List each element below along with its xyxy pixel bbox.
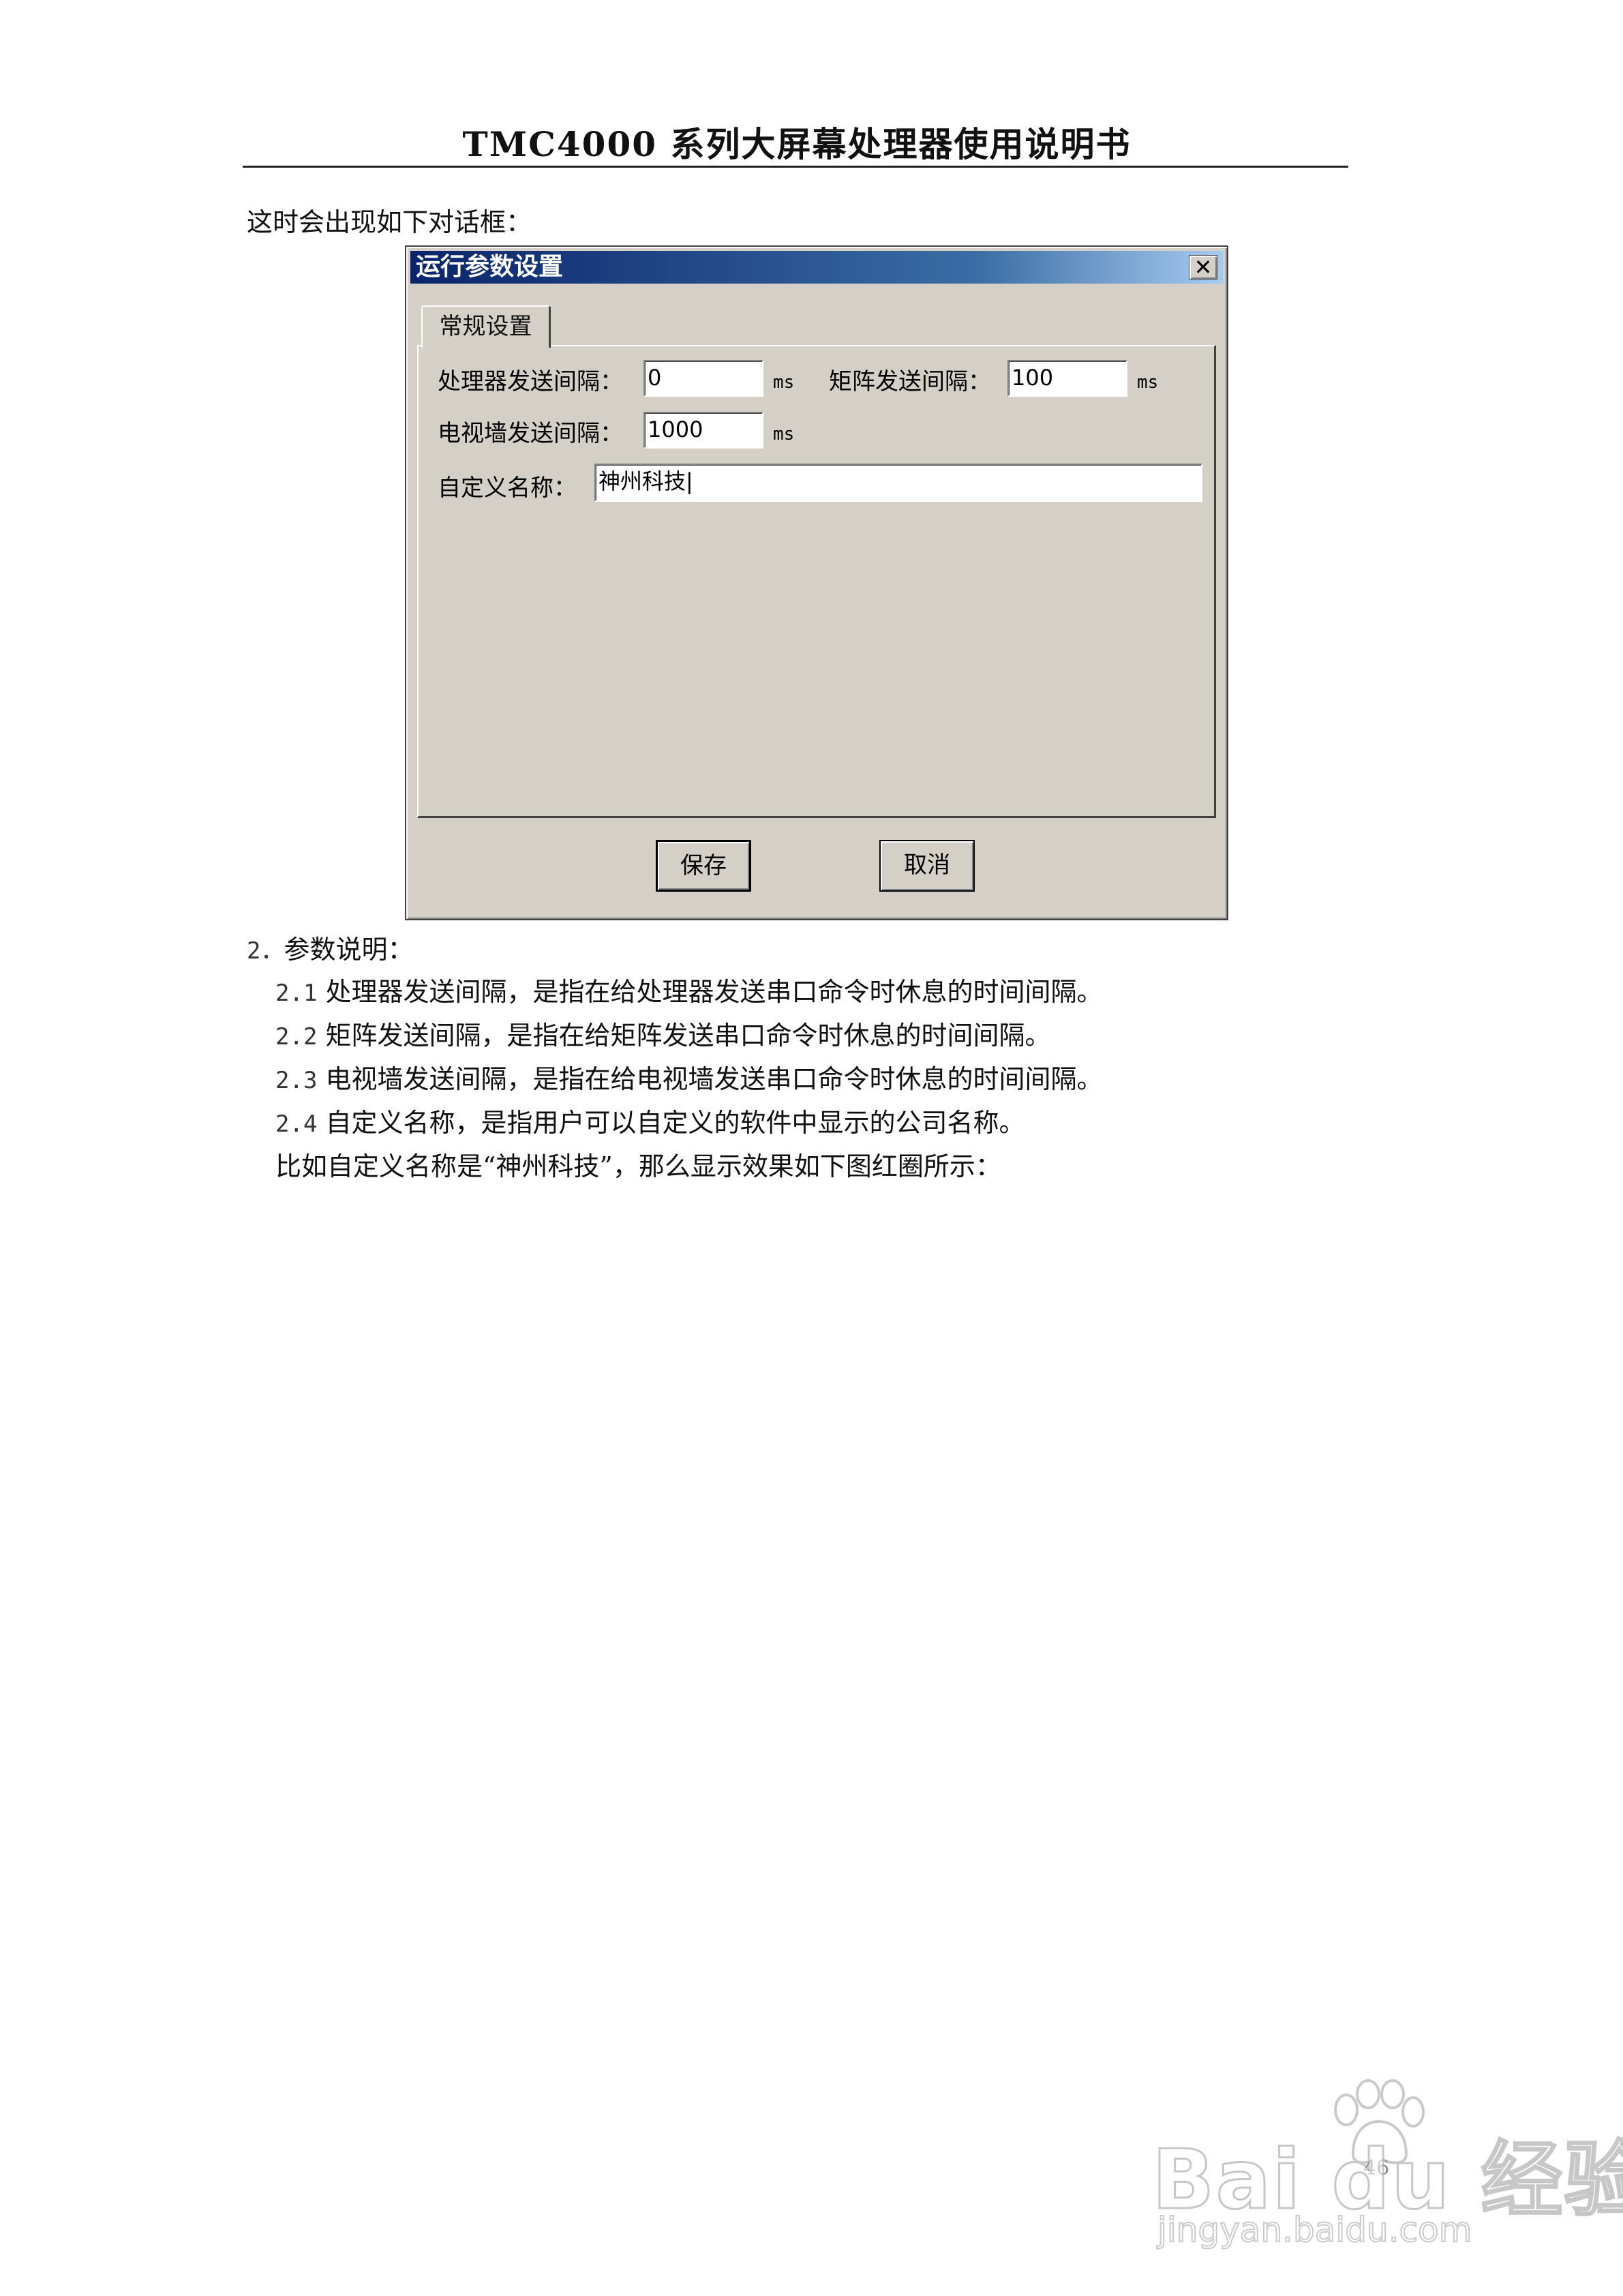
matrix-interval-input[interactable]: 100 [1007, 360, 1127, 397]
header-divider [243, 166, 1348, 168]
list-item-text: 处理器发送间隔，是指在给处理器发送串口命令时休息的时间间隔。 [325, 977, 1103, 1007]
tvwall-interval-label: 电视墙发送间隔： [438, 420, 623, 447]
section-heading-number: 2． [247, 937, 284, 965]
example-text: 比如自定义名称是“神州科技”，那么显示效果如下图红圈所示： [275, 1151, 1001, 1181]
matrix-interval-label: 矩阵发送间隔： [829, 368, 991, 395]
tvwall-interval-unit: ms [773, 424, 795, 444]
list-item-text: 电视墙发送间隔，是指在给电视墙发送串口命令时休息的时间间隔。 [325, 1064, 1103, 1094]
section-heading: 2．参数说明： [247, 928, 414, 966]
dialog-titlebar[interactable]: 运行参数设置 ✕ [410, 251, 1223, 284]
list-item-number: 2.1 [275, 980, 318, 1007]
intro-text: 这时会出现如下对话框： [247, 207, 532, 237]
list-item-text: 矩阵发送间隔，是指在给矩阵发送串口命令时休息的时间间隔。 [325, 1021, 1051, 1051]
list-item-text: 自定义名称，是指用户可以自定义的软件中显示的公司名称。 [325, 1108, 1025, 1138]
watermark-url: jingyan.baidu.com [1157, 2209, 1472, 2250]
list-item-number: 2.4 [275, 1111, 318, 1138]
run-params-dialog: 运行参数设置 ✕ 常规设置 处理器发送间隔： 0 ms 矩阵发送间隔： 100 … [405, 245, 1228, 920]
save-button[interactable]: 保存 [656, 840, 751, 892]
page-header-title: TMC4000 系列大屏幕处理器使用说明书 [462, 124, 1132, 164]
baidu-jingyan-watermark: Bai du 经验 jingyan.baidu.com [1151, 2079, 1623, 2250]
custom-name-input[interactable]: 神州科技| [594, 464, 1202, 502]
dialog-title: 运行参数设置 [416, 253, 564, 281]
close-icon[interactable]: ✕ [1189, 255, 1217, 280]
matrix-interval-unit: ms [1137, 372, 1159, 393]
custom-name-label: 自定义名称： [438, 474, 577, 502]
processor-interval-input[interactable]: 0 [643, 360, 763, 397]
list-item: 2.3 电视墙发送间隔，是指在给电视墙发送串口命令时休息的时间间隔。 [275, 1058, 1103, 1096]
section-heading-text: 参数说明： [284, 935, 414, 965]
processor-interval-label: 处理器发送间隔： [438, 368, 623, 395]
tab-general-settings[interactable]: 常规设置 [421, 305, 551, 348]
list-item: 2.4 自定义名称，是指用户可以自定义的软件中显示的公司名称。 [275, 1102, 1025, 1139]
list-item-number: 2.3 [275, 1067, 318, 1094]
list-item: 2.2 矩阵发送间隔，是指在给矩阵发送串口命令时休息的时间间隔。 [275, 1014, 1051, 1052]
cancel-button[interactable]: 取消 [879, 840, 975, 892]
list-item-number: 2.2 [275, 1023, 318, 1051]
list-item: 2.1 处理器发送间隔，是指在给处理器发送串口命令时休息的时间间隔。 [275, 971, 1103, 1008]
processor-interval-unit: ms [773, 372, 795, 393]
tvwall-interval-input[interactable]: 1000 [643, 412, 763, 449]
